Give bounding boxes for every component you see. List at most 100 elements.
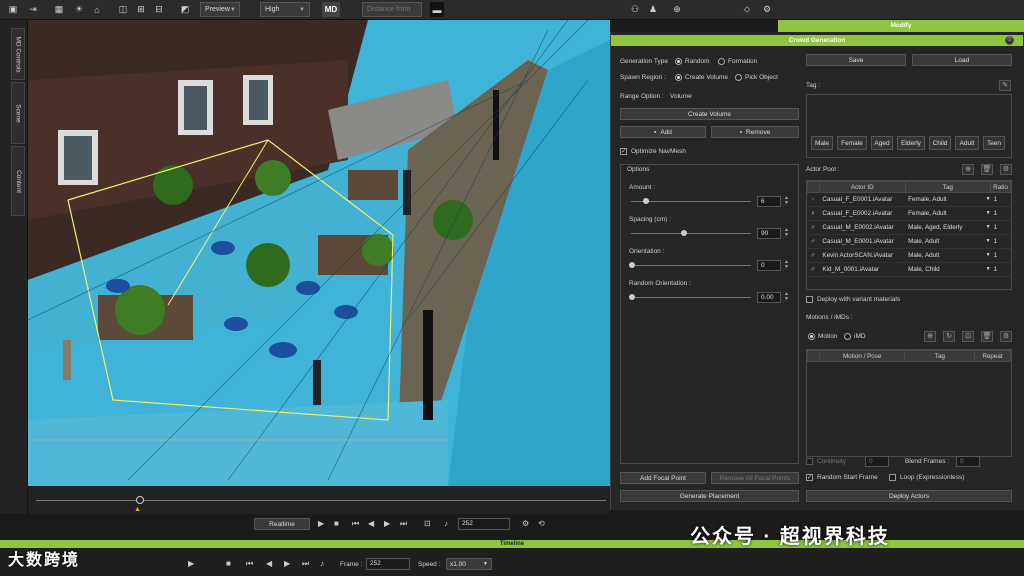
col-header-actor-id[interactable]: Actor ID — [818, 181, 906, 193]
next-frame-icon[interactable]: ⏭ — [400, 519, 407, 529]
delete-motion-icon[interactable]: 🗑 — [981, 331, 993, 342]
frame-input[interactable]: 252 — [458, 518, 510, 530]
create-volume-button[interactable]: Create Volume — [620, 108, 799, 120]
formation-radio[interactable] — [718, 58, 725, 65]
table-row[interactable]: ♀ Casual_F_E0002.iAvatar Female, Adult ▼ 1 — [807, 206, 1011, 221]
actor-tag-cell[interactable]: Male, Adult ▼ — [905, 248, 991, 263]
table-row[interactable]: ♂ Kevin ActorSCAN.iAvatar Male, Adult ▼ 1 — [807, 248, 1011, 263]
random-orientation-slider-handle[interactable] — [629, 294, 635, 300]
actor-tag-cell[interactable]: Male, Child ▼ — [905, 262, 991, 277]
settings-icon[interactable]: ⚙ — [760, 2, 774, 17]
modify-header[interactable]: Modify — [778, 20, 1024, 32]
loop-checkbox[interactable] — [889, 474, 896, 481]
next-icon[interactable]: ▶ — [284, 559, 290, 568]
speed-dropdown[interactable]: x1.00 ▼ — [446, 558, 492, 570]
amount-spinner[interactable]: ▲ ▼ — [783, 196, 790, 207]
deploy-variant-checkbox[interactable] — [806, 296, 813, 303]
prev-icon[interactable]: ◀ — [368, 519, 374, 528]
tag-adult[interactable]: Adult — [955, 136, 979, 150]
quality-dropdown[interactable]: High ▼ — [260, 2, 310, 17]
next-frame-icon[interactable]: ⏭ — [302, 559, 309, 569]
play-icon[interactable]: ▶ — [318, 519, 324, 528]
random-radio[interactable] — [675, 58, 682, 65]
grid-icon[interactable]: ⊞ — [134, 2, 148, 17]
col-header-motion-tag[interactable]: Tag — [904, 350, 976, 362]
caption-icon[interactable]: ⊡ — [424, 519, 431, 528]
tab-content[interactable]: Content — [11, 146, 25, 216]
stop-icon[interactable]: ■ — [334, 519, 339, 528]
scrubber-track[interactable] — [36, 500, 606, 501]
layout-icon[interactable]: ⊟ — [152, 2, 166, 17]
amount-input[interactable]: 6 — [757, 196, 781, 207]
continuity-checkbox[interactable] — [806, 458, 813, 465]
amount-slider-handle[interactable] — [643, 198, 649, 204]
col-header-tag[interactable]: Tag — [904, 181, 992, 193]
orientation-slider-handle[interactable] — [629, 262, 635, 268]
delete-actor-icon[interactable]: 🗑 — [981, 164, 993, 175]
gizmo-icon[interactable]: ⊕ — [670, 2, 684, 17]
random-start-frame-checkbox[interactable]: ✓ — [806, 474, 813, 481]
orientation-slider[interactable] — [629, 262, 751, 268]
spacing-slider-handle[interactable] — [681, 230, 687, 236]
tag-child[interactable]: Child — [929, 136, 951, 150]
col-header-ratio[interactable]: Ratio — [990, 181, 1011, 193]
audio-icon[interactable]: ♪ — [444, 519, 448, 528]
actor-tag-cell[interactable]: Male, Adult ▼ — [905, 234, 991, 249]
import-motion-icon[interactable]: ⊡ — [962, 331, 974, 342]
actor-ratio-cell[interactable]: 1 — [990, 262, 1011, 277]
random-orientation-slider[interactable] — [629, 294, 751, 300]
previous-frame-icon[interactable]: ⏮ — [246, 559, 253, 569]
tab-md-controls[interactable]: MD Controls — [11, 28, 25, 80]
scrubber-handle[interactable] — [136, 496, 144, 504]
tag-teen[interactable]: Teen — [983, 136, 1005, 150]
tag-elderly[interactable]: Elderly — [897, 136, 925, 150]
actor-ratio-cell[interactable]: 1 — [990, 248, 1011, 263]
load-button[interactable]: Load — [912, 54, 1012, 66]
previous-frame-icon[interactable]: ⏮ — [352, 519, 359, 529]
align-icon[interactable]: ⬦ — [740, 2, 754, 17]
3d-viewport[interactable] — [28, 20, 610, 486]
audio-icon[interactable]: ♪ — [320, 559, 324, 568]
generate-placement-button[interactable]: Generate Placement — [620, 490, 799, 502]
orientation-spinner[interactable]: ▲ ▼ — [783, 260, 790, 271]
add-button[interactable]: ▪ Add — [620, 126, 706, 138]
home-icon[interactable]: ⌂ — [90, 2, 104, 17]
sun-icon[interactable]: ☀ — [72, 2, 86, 17]
blend-frames-input[interactable]: 0 — [956, 456, 980, 467]
camera-icon[interactable]: ◫ — [116, 2, 130, 17]
deploy-actors-button[interactable]: Deploy Actors — [806, 490, 1012, 502]
table-row[interactable]: ♂ Casual_M_E0001.iAvatar Male, Adult ▼ 1 — [807, 234, 1011, 249]
view-icon[interactable]: ◩ — [178, 2, 192, 17]
md-logo[interactable]: MD — [322, 2, 340, 17]
amount-slider[interactable] — [631, 198, 751, 204]
edit-pencil-icon[interactable]: ✎ — [999, 80, 1011, 91]
actor-ratio-cell[interactable]: 1 — [990, 206, 1011, 221]
distance-field[interactable]: Distance from — [362, 2, 422, 17]
pick-object-radio[interactable] — [735, 74, 742, 81]
continuity-input[interactable]: 0 — [865, 456, 889, 467]
actor-ratio-cell[interactable]: 1 — [990, 192, 1011, 207]
random-orientation-input[interactable]: 0.00 — [757, 292, 781, 303]
loop-icon[interactable]: ⟲ — [538, 519, 545, 528]
spacing-slider[interactable] — [631, 230, 751, 236]
add-focal-point-button[interactable]: Add Focal Point — [620, 472, 706, 484]
save-button[interactable]: Save — [806, 54, 906, 66]
bottom-frame-input[interactable]: 252 — [366, 558, 410, 570]
tag-male[interactable]: Male — [811, 136, 833, 150]
refresh-icon[interactable]: ↻ — [943, 331, 955, 342]
stop-icon[interactable]: ■ — [226, 559, 231, 568]
people-icon[interactable]: ⚇ — [628, 2, 642, 17]
spacing-spinner[interactable]: ▲ ▼ — [783, 228, 790, 239]
create-volume-radio[interactable] — [675, 74, 682, 81]
actor-settings-icon[interactable]: ⚙ — [1000, 164, 1012, 175]
settings-icon[interactable]: ⚙ — [522, 519, 529, 528]
actor-tag-cell[interactable]: Female, Adult ▼ — [905, 206, 991, 221]
select-icon[interactable]: ▣ — [6, 2, 20, 17]
table-row[interactable]: ♂ Kid_M_0001.iAvatar Male, Child ▼ 1 — [807, 262, 1011, 277]
import-icon[interactable]: ⇥ — [26, 2, 40, 17]
table-row[interactable]: ♀ Casual_F_E0001.iAvatar Female, Adult ▼ 1 — [807, 192, 1011, 207]
tag-aged[interactable]: Aged — [871, 136, 893, 150]
motion-radio[interactable] — [808, 333, 815, 340]
viewport-icon[interactable]: ▬ — [430, 2, 444, 17]
optimize-navmesh-checkbox[interactable]: ✓ — [620, 148, 627, 155]
